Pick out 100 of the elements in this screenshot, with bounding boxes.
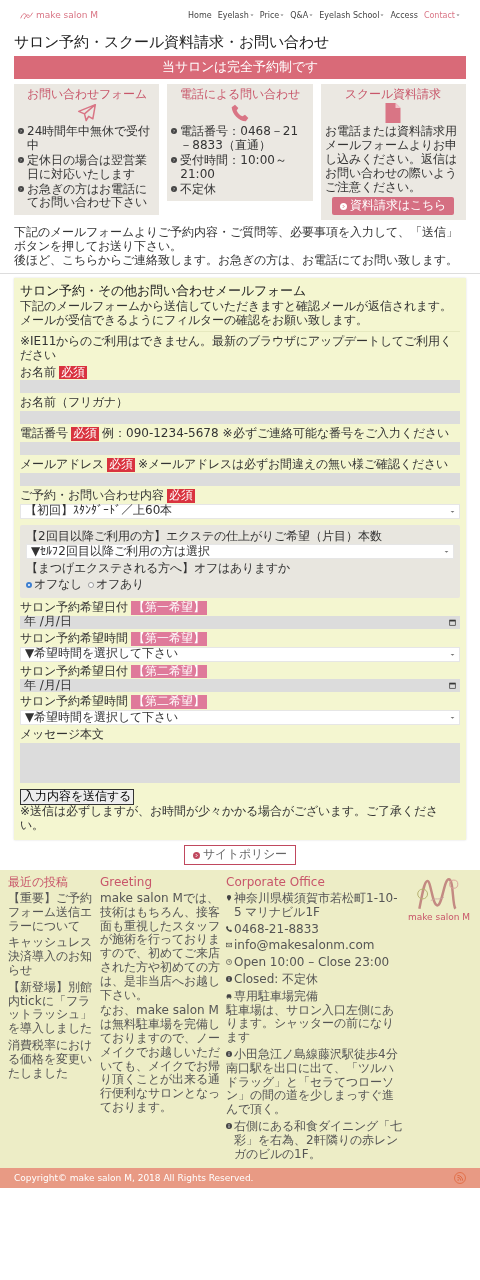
intro-text: 下記のメールフォームよりご予約内容・ご質問等、必要事項を入力して、「送信」ボタンを押してお送り下さい。 [14,226,459,254]
field-hint: ※メールアドレスは必ずお間違えの無い様ご確認ください [138,458,449,472]
footer-heading: Corporate Office [226,876,326,890]
logo-text: make salon M [407,912,471,923]
submit-button[interactable]: 入力内容を送信する [20,789,134,805]
select-field[interactable]: 【初回】ｽﾀﾝﾀﾞｰﾄﾞ／上60本 [20,503,460,519]
radio-option[interactable]: オフなし [26,578,82,592]
clock-icon [226,959,232,966]
caret-icon [444,549,449,555]
list-item-text: お急ぎの方はお電話にてお問い合わせ下さい [27,182,148,211]
bullet-icon [18,156,24,163]
nav-link[interactable]: Price [259,10,285,20]
list-item-text: 電話番号：0468－21－8833（直通） [180,125,300,153]
nav-link[interactable]: Eyelash School [319,10,385,20]
contact-text: info@makesalonm.com [234,939,375,954]
nav-link[interactable]: Eyelash [217,10,254,20]
select-field[interactable]: ▼希望時間を選択して下さい [20,646,460,662]
select-field[interactable]: ▼ｾﾙﾌ2回目以降ご利用の方は選択 [26,544,454,560]
caret-icon [280,13,285,18]
swirl-icon [20,10,34,20]
card-title: 電話による問い合わせ [180,87,300,102]
post-link[interactable]: キャッシュレス決済導入のお知らせ [8,936,96,978]
document-icon [383,103,404,124]
field-label: サロン予約希望日付 [20,601,128,615]
list-item-text: 受付時間：10:00～21:00 [180,153,288,182]
envelope-icon [226,942,232,949]
contact-text: 0468-21-8833 [234,922,319,937]
notice-banner: 当サロンは完全予約制です [14,55,466,79]
caret-icon [249,13,254,18]
field-label: 【2回目以降ご利用の方】エクステの仕上がりご希望（片目）本数 [26,529,382,544]
preference-tag: 【第一希望】 [131,631,207,646]
field-label: サロン予約希望時間 [20,695,128,710]
preference-tag: 【第二希望】 [131,664,207,679]
preference-tag: 【第二希望】 [131,695,207,710]
field-label: メッセージ本文 [20,728,104,742]
nav-link[interactable]: Access [390,10,418,20]
contact-text: Closed: 不定休 [234,972,319,987]
required-tag: 必須 [107,458,135,472]
list-item-text: 24時間年中無休で受付中 [27,125,152,153]
footer-heading: Greeting [100,876,153,890]
date-field[interactable]: 年 /月/日 [20,615,460,629]
info-icon [226,1122,232,1129]
bullet-icon [18,185,24,192]
select-value: ▼希望時間を選択して下さい [25,647,179,661]
greeting-text: make salon Mでは、技術はもちろん、接客面も重視したスタッフが施術を行っておりますので、初めてご来店された方や初めての方は、是非当店へお越し下さい。 [100,891,221,1003]
phone-icon [226,925,232,932]
field-label: メールアドレス [20,458,104,472]
input-field[interactable] [20,411,460,425]
form-description: 下記のメールフォームから送信していただきますと確認メールが返信されます。メールが受信できるようにフィルターの確認をお願い致します。 [20,300,460,333]
bullet-icon [171,128,178,135]
date-field[interactable]: 年 /月/日 [20,679,460,693]
nav-link[interactable]: Home [188,10,212,20]
caret-icon [450,508,455,514]
bullet-icon [18,128,24,135]
caret-icon [380,13,385,18]
browser-notice: ※IE11からのご利用はできません。最新のブラウザにアップデートしてご利用ください [20,335,454,363]
contact-text: 専用駐車場完備 [234,989,318,1004]
card-text: お電話または資料請求用メールフォームよりお申し込みください。返信はお問い合わせの際いようご注意ください。 [324,125,458,195]
field-label: サロン予約希望日付 [20,664,128,679]
post-link[interactable]: 【新登場】別館内tickに「フラットラッシュ」を導入しました [8,980,96,1036]
footer-heading: 最近の投稿 [8,876,69,890]
bullet-icon [171,156,178,163]
date-placeholder: 年 /月/日 [24,679,72,693]
caret-icon [450,715,455,721]
caret-icon [309,13,314,18]
contact-detail: 駐車場は、サロン入口左側にあります。シャッターの前になります [226,1003,395,1045]
rss-icon[interactable] [454,1172,466,1185]
arrow-circle-icon [193,851,200,859]
submit-note: ※送信は必ずしますが、お時間が少々かかる場合がございます。ご了承ください。 [20,804,440,833]
field-label: ご予約・お問い合わせ内容 [20,488,164,503]
list-item-text: 不定休 [180,182,217,197]
radio-option[interactable]: オフあり [88,578,144,592]
input-field[interactable] [20,472,460,486]
car-icon [226,992,232,999]
field-label: お名前（フリガナ） [20,396,128,411]
info-icon [226,975,232,982]
input-field[interactable] [20,442,460,455]
bullet-icon [171,185,178,192]
input-field[interactable] [20,380,460,394]
contact-text: Open 10:00 – Close 23:00 [234,956,390,970]
map-pin-icon [226,894,232,901]
greeting-text: なお、make salon Mは無料駐車場を完備しておりますので、ノーメイクでお越しいただいても、メイクでお帰り頂くことが出来る通行便利なサロンとなっております。 [100,1004,221,1115]
contact-detail: 南口駅を出口に出て、「ツルハドラッグ」と「セラてつローソン」の間の道を少しまっすぐ進んで頂く。 [226,1061,395,1117]
field-label: サロン予約希望時間 [20,631,128,646]
select-value: ▼ｾﾙﾌ2回目以降ご利用の方は選択 [31,545,210,559]
select-field[interactable]: ▼希望時間を選択して下さい [20,710,460,726]
message-field[interactable] [20,743,460,783]
list-item-text: 定休日の場合は翌営業日に対応いたします [27,153,148,182]
copyright-text: Copyright© make salon M, 2018 All Rights Reserved. [14,1173,254,1184]
required-tag: 必須 [167,488,195,503]
nav-link[interactable]: Q&A [290,10,314,20]
date-placeholder: 年 /月/日 [24,615,72,630]
select-value: ▼希望時間を選択して下さい [25,710,179,725]
info-icon [226,1050,232,1057]
page-title: サロン予約・スクール資料請求・お問い合わせ [14,34,330,52]
post-link[interactable]: 【重要】ご予約フォーム送信エラーについて [8,891,96,934]
site-policy-button[interactable]: サイトポリシー [184,845,296,866]
form-title: サロン予約・その他お問い合わせメールフォーム [20,283,307,299]
post-link[interactable]: 消費税率における価格を変更いたしました [8,1038,96,1081]
select-value: 【初回】ｽﾀﾝﾀﾞｰﾄﾞ／上60本 [25,504,173,518]
